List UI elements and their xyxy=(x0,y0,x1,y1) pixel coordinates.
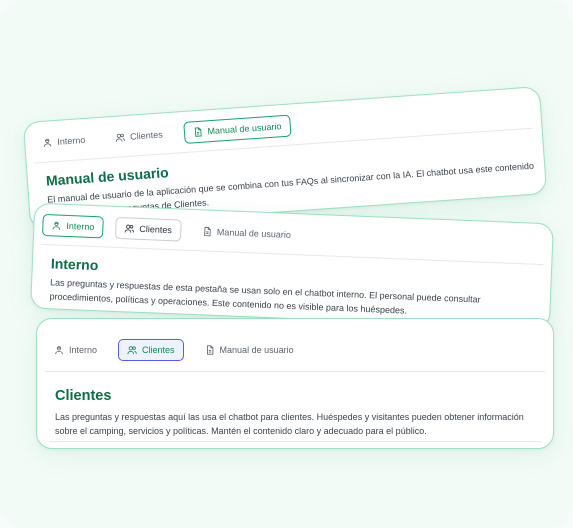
tab-bar: Interno Clientes Manual de usuario xyxy=(37,319,553,367)
tab-manual-label: Manual de usuario xyxy=(216,226,292,240)
panel-title: Clientes xyxy=(55,388,112,404)
document-icon xyxy=(194,127,202,137)
tab-interno-label: Interno xyxy=(56,134,86,147)
interno-card: Interno Clientes Manual de usuario Inter… xyxy=(30,202,554,330)
tab-clientes-label: Clientes xyxy=(142,345,175,355)
panel-description: Las preguntas y respuestas aquí las usa … xyxy=(55,412,524,436)
tab-interno[interactable]: Interno xyxy=(33,128,95,154)
staff-icon xyxy=(55,346,63,355)
tab-clientes-label: Clientes xyxy=(129,129,163,142)
tab-clientes-label: Clientes xyxy=(139,223,173,236)
tab-clientes[interactable]: Clientes xyxy=(105,123,172,150)
clientes-panel: Clientes Las preguntas y respuestas aquí… xyxy=(37,372,553,438)
tab-interno-label: Interno xyxy=(69,345,98,355)
document-icon xyxy=(206,345,213,355)
tab-manual[interactable]: Manual de usuario xyxy=(196,339,303,361)
staff-icon xyxy=(43,138,52,147)
tab-interno[interactable]: Interno xyxy=(42,213,104,239)
tab-interno[interactable]: Interno xyxy=(45,339,106,361)
tab-manual[interactable]: Manual de usuario xyxy=(182,114,292,144)
bottom-divider xyxy=(49,441,541,442)
tab-clientes[interactable]: Clientes xyxy=(114,216,182,242)
tab-manual[interactable]: Manual de usuario xyxy=(192,220,300,246)
staff-icon xyxy=(52,221,61,230)
tab-manual-label: Manual de usuario xyxy=(219,345,294,355)
tab-manual-label: Manual de usuario xyxy=(207,121,282,137)
users-icon xyxy=(115,133,126,142)
users-icon xyxy=(124,224,134,233)
tab-clientes[interactable]: Clientes xyxy=(118,339,184,361)
clientes-card: Interno Clientes Manual de usuario Clien… xyxy=(36,318,554,449)
users-icon xyxy=(127,346,137,355)
tab-interno-label: Interno xyxy=(66,220,95,233)
document-icon xyxy=(203,226,211,237)
canvas: Interno Clientes Manual de usuario Manua… xyxy=(0,0,573,528)
